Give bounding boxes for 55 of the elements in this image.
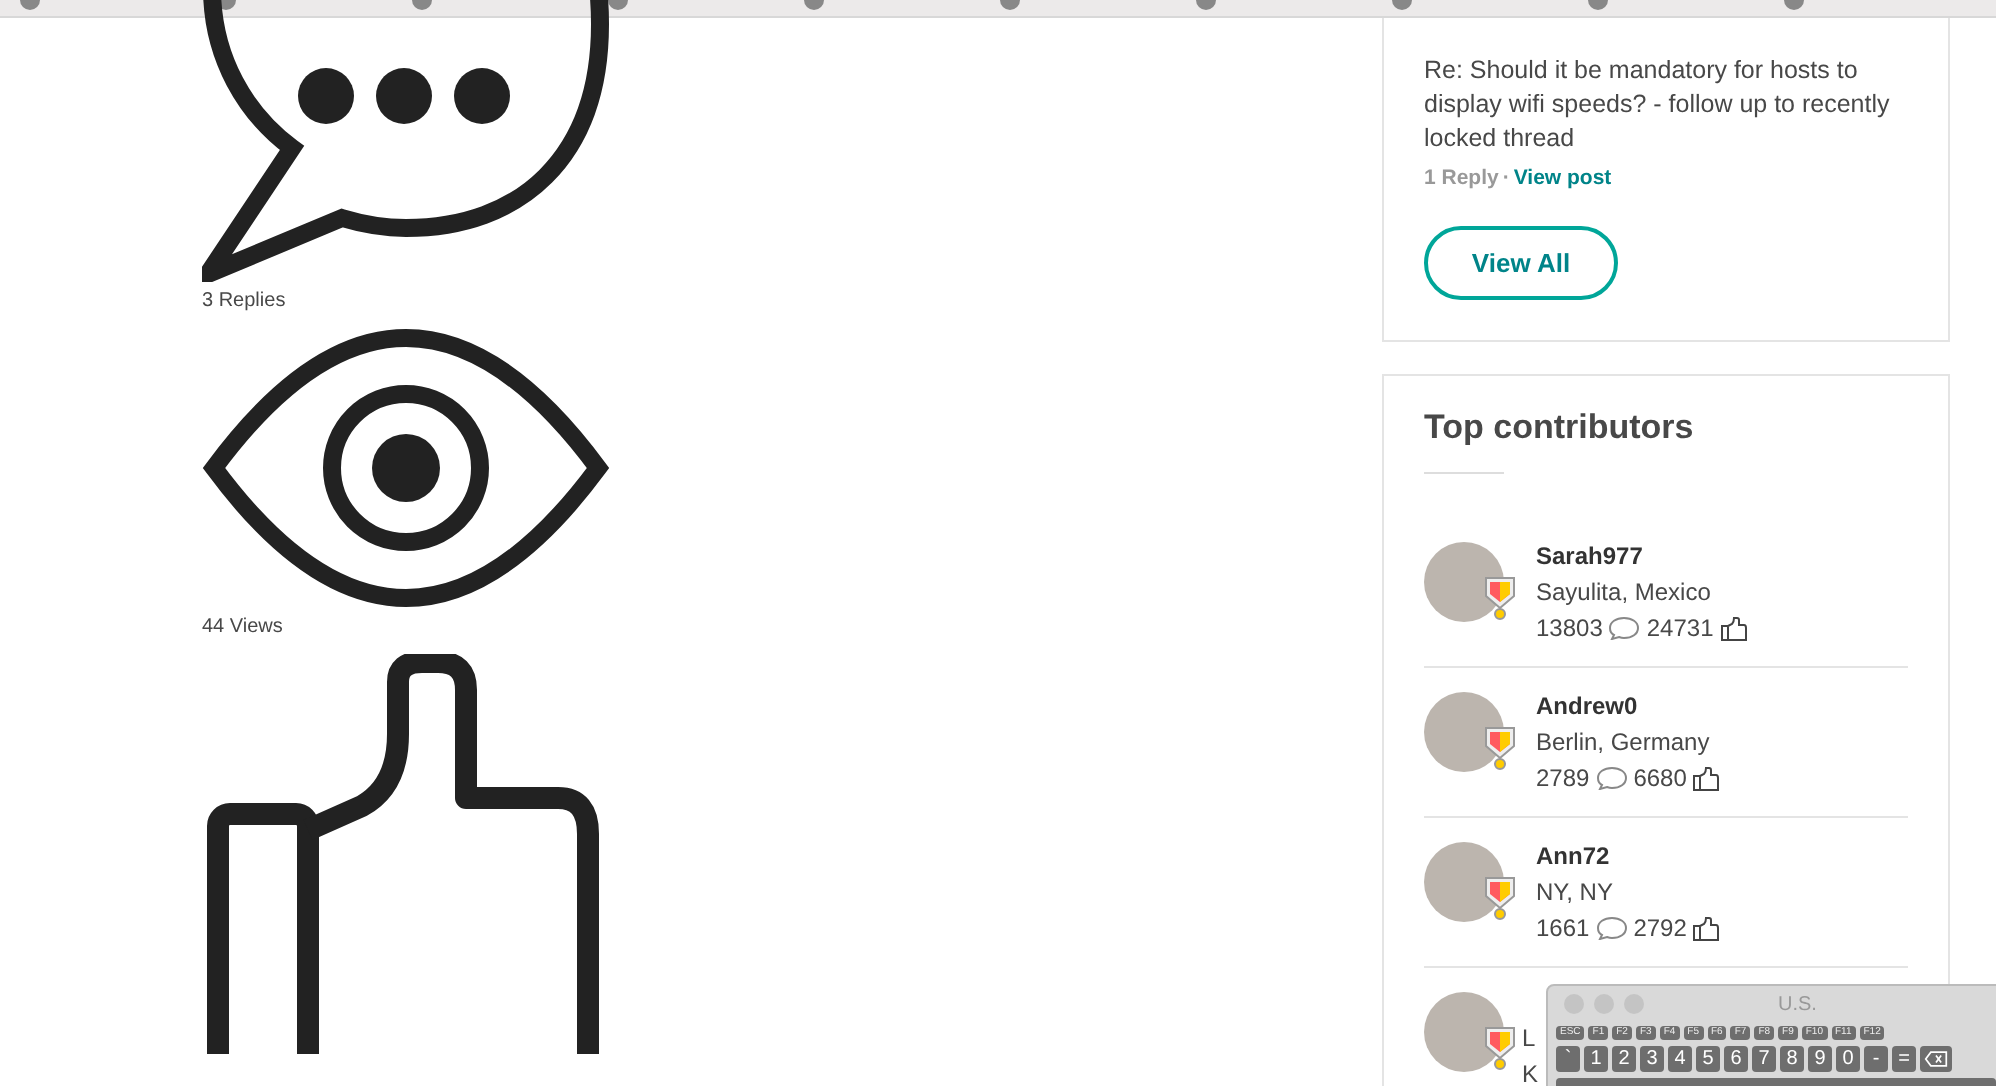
keyboard-key[interactable]: 3	[1640, 1046, 1664, 1072]
rank-badge-icon	[1484, 876, 1516, 920]
keyboard-key[interactable]: 1	[1584, 1046, 1608, 1072]
rank-badge-icon	[1484, 1026, 1516, 1070]
keyboard-key[interactable]: -	[1864, 1046, 1888, 1072]
window-title: U.S.	[1778, 993, 1817, 1015]
keyboard-key[interactable]: =	[1892, 1046, 1916, 1072]
rank-badge-icon	[1484, 576, 1516, 620]
contributor-location: L	[1522, 1022, 1538, 1056]
comment-icon	[1608, 616, 1641, 640]
comment-icon	[1595, 916, 1628, 940]
view-post-link[interactable]: View post	[1513, 166, 1612, 190]
comment-icon	[1595, 766, 1628, 790]
keyboard-key[interactable]: `	[1556, 1046, 1580, 1072]
thumbs-up-icon	[1719, 615, 1748, 641]
like-count: 24731	[1646, 612, 1714, 646]
delete-key[interactable]	[1920, 1046, 1952, 1072]
contributor-name[interactable]: Sarah977	[1536, 538, 1748, 574]
delete-icon	[1924, 1050, 1948, 1068]
keyboard-key[interactable]: 5	[1696, 1046, 1720, 1072]
stat-count: 3 Replies	[202, 290, 288, 312]
avatar[interactable]	[1424, 692, 1504, 772]
avatar[interactable]	[1424, 842, 1504, 922]
contributor-name[interactable]: Andrew0	[1536, 688, 1721, 724]
keyboard-key[interactable]: 9	[1808, 1046, 1832, 1072]
speech-bubble-icon	[202, 0, 610, 282]
like-count: 2792	[1633, 912, 1687, 946]
stat-count: 44 Views	[202, 616, 285, 638]
rank-badge-icon	[1484, 726, 1516, 770]
post-title[interactable]: Re: Should it be mandatory for hosts to display wifi speeds? - follow up to recently locked thread	[1424, 54, 1908, 156]
thumbs-up-icon	[1692, 765, 1721, 791]
avatar[interactable]	[1424, 542, 1504, 622]
contributor-location: NY, NY	[1536, 876, 1615, 910]
keyboard-key[interactable]: 0	[1836, 1046, 1860, 1072]
keyboard-key[interactable]: 8	[1780, 1046, 1804, 1072]
keyboard-key[interactable]: 7	[1752, 1046, 1776, 1072]
keyboard-key[interactable]: 2	[1612, 1046, 1636, 1072]
thumbs-up-icon	[1692, 915, 1721, 941]
bookmark-icon[interactable]	[216, 0, 236, 10]
section-title: Top contributors	[1424, 408, 1696, 448]
post-count: 2789	[1536, 762, 1590, 796]
post-count: 1661	[1536, 912, 1590, 946]
post-count: 13803	[1536, 612, 1603, 646]
contributor-location: Berlin, Germany	[1536, 726, 1712, 760]
contributor-name[interactable]: Ann72	[1536, 838, 1721, 874]
keyboard-key[interactable]: 4	[1668, 1046, 1692, 1072]
separator: ·	[1502, 166, 1510, 190]
eye-icon	[202, 328, 610, 608]
contributor-location: Sayulita, Mexico	[1536, 576, 1713, 610]
avatar[interactable]	[1424, 992, 1504, 1072]
reply-count: 1 Reply	[1424, 166, 1499, 190]
contributor-stats: K	[1522, 1058, 1539, 1086]
view-all-button[interactable]: View All	[1424, 226, 1618, 300]
like-count: 6680	[1633, 762, 1687, 796]
keyboard-key[interactable]: 6	[1724, 1046, 1748, 1072]
